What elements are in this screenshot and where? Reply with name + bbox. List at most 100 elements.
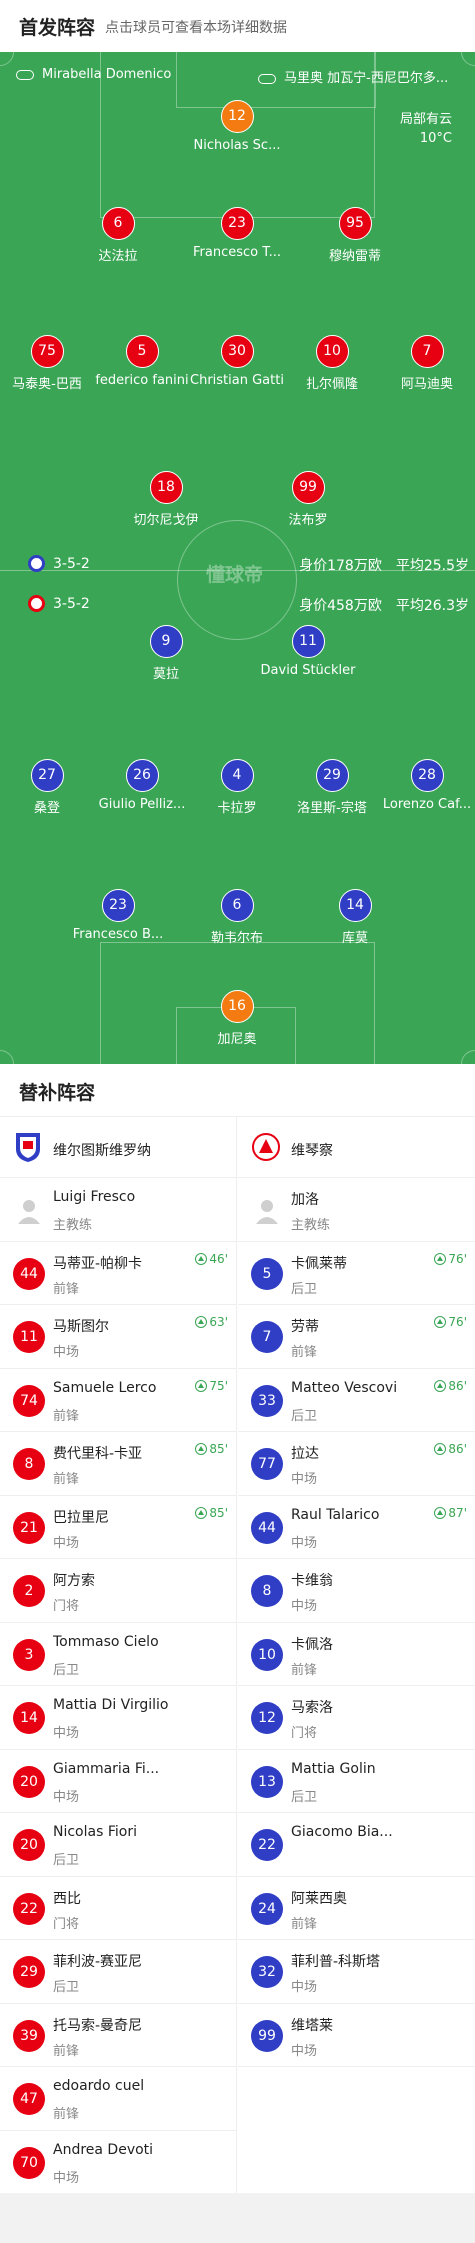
player-name: 切尔尼戈伊 bbox=[133, 513, 199, 528]
home-player-3[interactable]: 95 穆纳雷蒂 bbox=[305, 207, 405, 264]
away-formation: 3-5-2 bbox=[53, 595, 90, 612]
sub-in-icon bbox=[434, 1443, 447, 1455]
sub-in-time: 87' bbox=[434, 1506, 467, 1520]
player-name: David Stückler bbox=[260, 663, 356, 678]
watermark-logo: 懂球帝 bbox=[206, 564, 264, 586]
sub-player-position: 前锋 bbox=[53, 1408, 80, 1424]
away-coach-row[interactable]: 加洛 主教练 bbox=[238, 1178, 475, 1242]
sub-player-row[interactable]: 20 Giammaria Fi... 中场 bbox=[0, 1750, 236, 1813]
home-player-1[interactable]: 6 达法拉 bbox=[68, 207, 168, 264]
away-market-row: 身价458万欧 平均26.3岁 bbox=[285, 595, 469, 615]
away-coach-bar: 马里奥 加瓦宁-西尼巴尔多... bbox=[258, 67, 448, 86]
home-coach-sub-name: Luigi Fresco bbox=[53, 1189, 136, 1205]
sub-player-row[interactable]: 2 阿方索 门将 bbox=[0, 1559, 236, 1623]
sub-player-row[interactable]: 44 Raul Talarico 中场 87' bbox=[238, 1496, 475, 1559]
whistle-icon bbox=[16, 69, 34, 80]
sub-player-row[interactable]: 70 Andrea Devoti 中场 bbox=[0, 2131, 236, 2194]
player-name: 莫拉 bbox=[152, 667, 179, 682]
sub-player-position: 后卫 bbox=[291, 1281, 318, 1297]
home-coach-row[interactable]: Luigi Fresco 主教练 bbox=[0, 1178, 236, 1242]
sub-player-row[interactable]: 22 Giacomo Bia... bbox=[238, 1813, 475, 1877]
sub-player-name: Giacomo Bia... bbox=[291, 1824, 393, 1840]
home-value: 身价178万欧 bbox=[299, 558, 382, 574]
home-player-10[interactable]: 99 法布罗 bbox=[258, 471, 358, 528]
home-player-0[interactable]: 12 Nicholas Sc... bbox=[187, 100, 287, 153]
player-number-badge: 30 bbox=[220, 335, 254, 368]
sub-player-row[interactable]: 8 卡维翁 中场 bbox=[238, 1559, 475, 1623]
sub-player-row[interactable]: 21 巴拉里尼 中场 85' bbox=[0, 1496, 236, 1559]
sub-player-row[interactable]: 3 Tommaso Cielo 后卫 bbox=[0, 1623, 236, 1686]
sub-number-badge: 24 bbox=[251, 1892, 283, 1925]
sub-player-row[interactable]: 12 马索洛 门将 bbox=[238, 1686, 475, 1750]
sub-player-row[interactable]: 47 edoardo cuel 前锋 bbox=[0, 2067, 236, 2131]
away-player-2[interactable]: 27 桑登 bbox=[0, 759, 97, 816]
sub-player-name: 西比 bbox=[53, 1890, 81, 1907]
home-team-row[interactable]: 维尔图斯维罗纳 bbox=[0, 1117, 236, 1178]
sub-player-position: 中场 bbox=[291, 1980, 318, 1995]
away-player-6[interactable]: 28 Lorenzo Caf... bbox=[377, 759, 475, 812]
away-player-5[interactable]: 29 洛里斯-宗塔 bbox=[282, 759, 382, 816]
sub-player-row[interactable]: 33 Matteo Vescovi 后卫 86' bbox=[238, 1369, 475, 1432]
away-player-3[interactable]: 26 Giulio Pelliz... bbox=[92, 759, 192, 812]
away-avg-age: 平均26.3岁 bbox=[395, 598, 469, 614]
sub-number-badge: 11 bbox=[13, 1321, 45, 1353]
sub-number-badge: 99 bbox=[251, 2019, 283, 2052]
sub-player-position: 后卫 bbox=[53, 1853, 80, 1868]
sub-player-row[interactable]: 5 卡佩莱蒂 后卫 76' bbox=[238, 1242, 475, 1305]
sub-player-row[interactable]: 10 卡佩洛 前锋 bbox=[238, 1623, 475, 1686]
away-player-9[interactable]: 14 库莫 bbox=[305, 889, 405, 946]
player-number-badge: 75 bbox=[30, 335, 64, 368]
sub-player-row[interactable]: 74 Samuele Lerco 前锋 75' bbox=[0, 1369, 236, 1432]
sub-player-name: 卡佩莱蒂 bbox=[291, 1255, 347, 1272]
sub-number-badge: 20 bbox=[13, 1765, 45, 1798]
away-player-7[interactable]: 23 Francesco B... bbox=[68, 889, 168, 942]
sub-number-badge: 77 bbox=[251, 1448, 283, 1480]
home-player-8[interactable]: 7 阿马迪奥 bbox=[377, 335, 475, 392]
home-player-9[interactable]: 18 切尔尼戈伊 bbox=[116, 471, 216, 528]
sub-number-badge: 47 bbox=[13, 2083, 45, 2115]
sub-player-row[interactable]: 14 Mattia Di Virgilio 中场 bbox=[0, 1686, 236, 1750]
player-name: 桑登 bbox=[33, 801, 60, 816]
sub-number-badge: 33 bbox=[251, 1384, 283, 1417]
sub-player-name: 托马索-曼奇尼 bbox=[53, 2017, 143, 2034]
away-team-row[interactable]: 维琴察 bbox=[238, 1117, 475, 1178]
sub-number-badge: 13 bbox=[251, 1765, 283, 1798]
sub-player-row[interactable]: 44 马蒂亚-帕柳卡 前锋 46' bbox=[0, 1242, 236, 1305]
sub-in-time: 75' bbox=[195, 1379, 228, 1393]
sub-player-row[interactable]: 7 劳蒂 前锋 76' bbox=[238, 1305, 475, 1369]
home-player-7[interactable]: 10 扎尔佩隆 bbox=[282, 335, 382, 392]
home-player-6[interactable]: 30 Christian Gatti bbox=[187, 335, 287, 388]
sub-player-row[interactable]: 99 维塔莱 中场 bbox=[238, 2004, 475, 2067]
away-player-1[interactable]: 11 David Stückler bbox=[258, 625, 358, 678]
sub-in-icon bbox=[434, 1316, 447, 1328]
home-coach-name: Mirabella Domenico bbox=[42, 67, 172, 82]
sub-player-name: 菲利波-赛亚尼 bbox=[53, 1954, 143, 1970]
player-name: 阿马迪奥 bbox=[400, 377, 453, 392]
player-number-badge: 23 bbox=[101, 889, 135, 922]
away-player-0[interactable]: 9 莫拉 bbox=[116, 625, 216, 682]
sub-player-row[interactable]: 39 托马索-曼奇尼 前锋 bbox=[0, 2004, 236, 2067]
sub-player-name: 巴拉里尼 bbox=[53, 1509, 109, 1526]
page-footer-space bbox=[0, 2193, 475, 2243]
sub-player-row[interactable]: 8 费代里科-卡亚 前锋 85' bbox=[0, 1432, 236, 1496]
away-player-8[interactable]: 6 勒韦尔布 bbox=[187, 889, 287, 946]
sub-player-row[interactable]: 11 马斯图尔 中场 63' bbox=[0, 1305, 236, 1369]
home-player-5[interactable]: 5 federico fanini bbox=[92, 335, 192, 388]
sub-player-row[interactable]: 13 Mattia Golin 后卫 bbox=[238, 1750, 475, 1813]
whistle-icon bbox=[258, 73, 276, 84]
sub-player-row[interactable]: 77 拉达 中场 86' bbox=[238, 1432, 475, 1496]
sub-player-row[interactable]: 24 阿莱西奥 前锋 bbox=[238, 1877, 475, 1940]
player-number-badge: 6 bbox=[220, 889, 254, 922]
home-market-row: 身价178万欧 平均25.5岁 bbox=[285, 555, 469, 575]
sub-player-row[interactable]: 20 Nicolas Fiori 后卫 bbox=[0, 1813, 236, 1877]
away-player-10[interactable]: 16 加尼奥 bbox=[187, 990, 287, 1047]
sub-player-row[interactable]: 32 菲利普-科斯塔 中场 bbox=[238, 1940, 475, 2004]
away-player-4[interactable]: 4 卡拉罗 bbox=[187, 759, 287, 816]
player-number-badge: 14 bbox=[338, 889, 372, 922]
sub-number-badge: 32 bbox=[251, 1956, 283, 1988]
sub-player-row[interactable]: 22 西比 门将 bbox=[0, 1877, 236, 1940]
home-player-4[interactable]: 75 马泰奥-巴西 bbox=[0, 335, 97, 392]
sub-player-position: 前锋 bbox=[291, 1345, 318, 1360]
home-player-2[interactable]: 23 Francesco T... bbox=[187, 207, 287, 260]
sub-player-row[interactable]: 29 菲利波-赛亚尼 后卫 bbox=[0, 1940, 236, 2004]
